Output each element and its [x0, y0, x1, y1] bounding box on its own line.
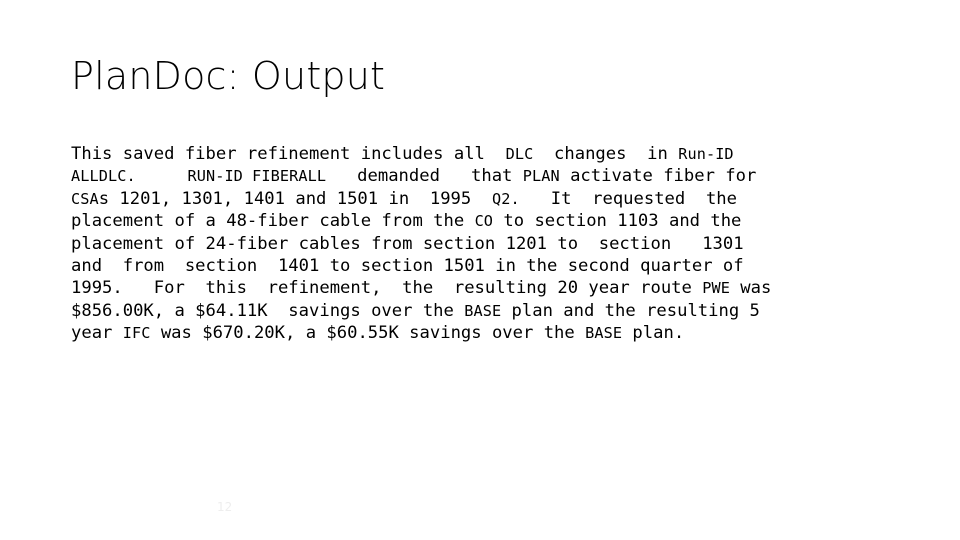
body-text: was: [729, 278, 772, 299]
acronym-text: RUN-ID FIBERALL: [187, 167, 327, 186]
body-text: s 1201, 1301, 1401 and 1501 in 1995: [98, 188, 492, 209]
acronym-text: PWE: [702, 279, 730, 298]
acronym-text: Run-ID: [678, 145, 734, 163]
acronym-text: IFC: [122, 324, 151, 343]
acronym-text: CO: [474, 212, 494, 231]
body-text: $856.00K, a $64.11K savings over the: [71, 300, 465, 321]
acronym-text: CSA: [71, 189, 99, 208]
acronym-text: ALLDLC.: [71, 167, 136, 186]
body-text-block: This saved fiber refinement includes all…: [71, 143, 877, 345]
body-text: plan and the resulting 5: [501, 300, 760, 321]
body-text: and from section 1401 to section 1501 in…: [71, 255, 744, 276]
slide-canvas: PlanDoc: Output This saved fiber refinem…: [0, 0, 960, 540]
body-text: demanded that: [326, 166, 523, 187]
acronym-text: DLC: [505, 145, 534, 163]
body-text: 1995. For this refinement, the resulting…: [71, 278, 703, 299]
body-line: ALLDLC. RUN-ID FIBERALL demanded that PL…: [71, 165, 877, 187]
acronym-text: BASE: [464, 301, 502, 320]
acronym-text: BASE: [585, 324, 623, 343]
body-text: It requested the: [519, 188, 737, 209]
page-number: 12: [217, 500, 233, 514]
body-text: year: [71, 323, 123, 344]
page-title: PlanDoc: Output: [71, 54, 386, 98]
body-line: 1995. For this refinement, the resulting…: [71, 277, 877, 299]
body-text: was $670.20K, a $60.55K savings over the: [150, 323, 586, 344]
body-text: activate fiber for: [559, 166, 757, 187]
body-line: This saved fiber refinement includes all…: [71, 143, 877, 165]
body-line: placement of 24-fiber cables from sectio…: [71, 233, 877, 255]
body-text: changes in: [533, 144, 679, 164]
body-line: $856.00K, a $64.11K savings over the BAS…: [71, 300, 877, 322]
body-text: to section 1103 and the: [493, 211, 742, 232]
body-line: CSAs 1201, 1301, 1401 and 1501 in 1995 Q…: [71, 188, 877, 210]
body-line: placement of a 48-fiber cable from the C…: [71, 210, 877, 232]
output-paragraph: This saved fiber refinement includes all…: [71, 143, 877, 345]
acronym-text: Q2.: [491, 189, 520, 208]
body-line: year IFC was $670.20K, a $60.55K savings…: [71, 322, 877, 344]
body-text: placement of 24-fiber cables from sectio…: [71, 233, 744, 254]
body-text: placement of a 48-fiber cable from the: [71, 211, 475, 232]
body-text: [136, 166, 188, 186]
acronym-text: PLAN: [522, 167, 560, 186]
body-line: and from section 1401 to section 1501 in…: [71, 255, 877, 277]
body-text: This saved fiber refinement includes all: [71, 144, 506, 164]
body-text: plan.: [622, 323, 685, 344]
